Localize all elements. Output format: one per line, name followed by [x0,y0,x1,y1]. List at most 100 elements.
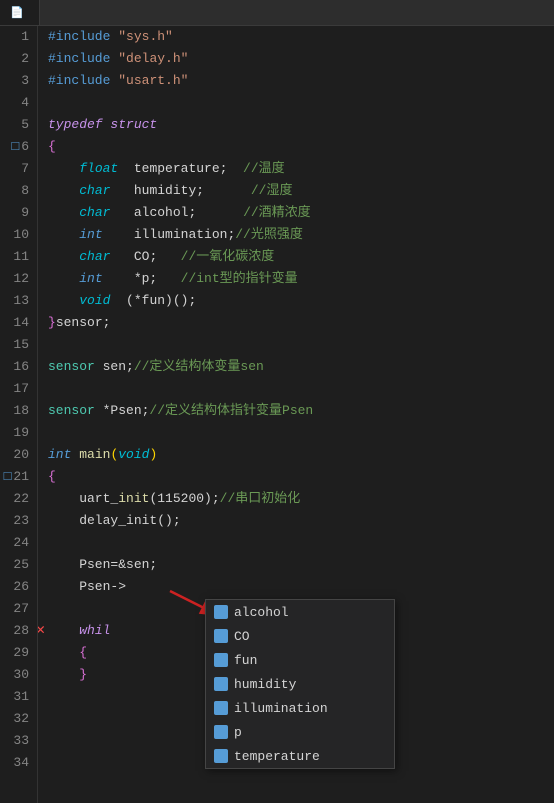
token: main [79,444,110,466]
code-line-2: #include "delay.h" [48,48,554,70]
line-number-8: 8 [0,180,29,202]
token: whil [79,620,110,642]
autocomplete-item[interactable]: humidity [206,672,394,696]
autocomplete-item[interactable]: alcohol [206,600,394,624]
line-number-5: 5 [0,114,29,136]
token: ( [110,444,118,466]
token [48,180,79,202]
ac-item-label: CO [234,629,250,644]
ac-item-label: fun [234,653,257,668]
autocomplete-item[interactable]: temperature [206,744,394,768]
code-line-24 [48,532,554,554]
token [110,48,118,70]
line-number-12: 12 [0,268,29,290]
ac-item-label: alcohol [234,605,289,620]
token: "delay.h" [118,48,188,70]
ac-item-label: illumination [234,701,328,716]
line-number-2: 2 [0,48,29,70]
code-line-4 [48,92,554,114]
token: void [118,444,149,466]
file-icon: 📄 [10,6,24,20]
token: typedef [48,114,103,136]
code-line-9: char alcohol; //酒精浓度 [48,202,554,224]
token: char [79,246,110,268]
token: delay_init(); [48,510,181,532]
token: uart_ [48,488,118,510]
line-number-33: 33 [0,730,29,752]
code-line-22: uart_init(115200);//串口初始化 [48,488,554,510]
token: { [48,466,56,488]
ac-item-label: temperature [234,749,320,764]
token: temperature; [118,158,227,180]
code-line-8: char humidity; //湿度 [48,180,554,202]
error-indicator: ✕ [38,620,45,642]
line-number-20: 20 [0,444,29,466]
code-line-23: delay_init(); [48,510,554,532]
ac-member-icon [214,629,228,643]
autocomplete-item[interactable]: p [206,720,394,744]
token: ) [149,444,157,466]
token: *Psen; [95,400,150,422]
token: CO; [110,246,157,268]
line-number-19: 19 [0,422,29,444]
line-number-31: 31 [0,686,29,708]
token: } [48,664,87,686]
token: int [79,268,102,290]
token: void [79,290,110,312]
token: #include [48,70,110,92]
autocomplete-item[interactable]: illumination [206,696,394,720]
ac-member-icon [214,677,228,691]
line-number-11: 11 [0,246,29,268]
token: { [48,642,87,664]
token [103,114,111,136]
token: "usart.h" [118,70,188,92]
token: //int型的指针变量 [157,268,297,290]
autocomplete-item[interactable]: fun [206,648,394,672]
file-tab[interactable]: 📄 [0,0,40,25]
token: //定义结构体指针变量Psen [149,400,313,422]
line-number-23: 23 [0,510,29,532]
line-number-9: 9 [0,202,29,224]
token [48,246,79,268]
token: alcohol; [110,202,196,224]
token: (*fun)(); [110,290,196,312]
line-number-4: 4 [0,92,29,114]
code-line-3: #include "usart.h" [48,70,554,92]
token: //一氧化碳浓度 [157,246,274,268]
line-number-13: 13 [0,290,29,312]
line-number-16: 16 [0,356,29,378]
line-number-15: 15 [0,334,29,356]
line-number-30: 30 [0,664,29,686]
code-line-17 [48,378,554,400]
token: //光照强度 [235,224,303,246]
token: //定义结构体变量sen [134,356,264,378]
ac-member-icon [214,725,228,739]
token: Psen-> [48,576,126,598]
code-line-21: { [48,466,554,488]
ac-member-icon [214,749,228,763]
token: illumination; [103,224,236,246]
token: Psen=&sen; [48,554,157,576]
token: sensor; [56,312,111,334]
ac-member-icon [214,605,228,619]
token [48,268,79,290]
line-number-29: 29 [0,642,29,664]
line-number-1: 1 [0,26,29,48]
token: #include [48,48,110,70]
token: int [48,444,71,466]
code-line-5: typedef struct [48,114,554,136]
autocomplete-dropdown[interactable]: alcohol CO fun humidity illumination p tempera… [205,599,395,769]
code-line-7: float temperature; //温度 [48,158,554,180]
tab-bar: 📄 [0,0,554,26]
code-line-1: #include "sys.h" [48,26,554,48]
ac-item-label: humidity [234,677,296,692]
line-number-14: 14 [0,312,29,334]
code-line-18: sensor *Psen;//定义结构体指针变量Psen [48,400,554,422]
autocomplete-item[interactable]: CO [206,624,394,648]
code-line-10: int illumination;//光照强度 [48,224,554,246]
token: humidity; [110,180,204,202]
token [48,224,79,246]
token [110,70,118,92]
line-number-3: 3 [0,70,29,92]
line-number-34: 34 [0,752,29,774]
